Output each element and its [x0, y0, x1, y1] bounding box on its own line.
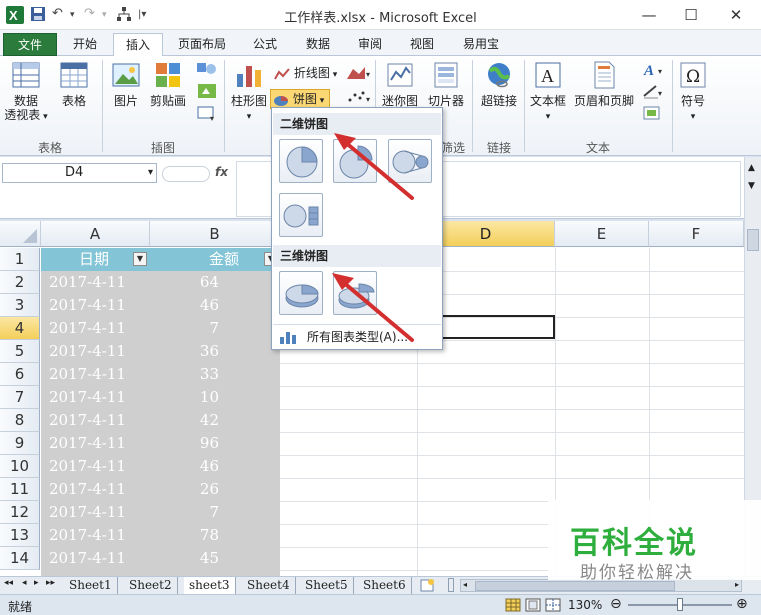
- arrow-icon: [332, 273, 414, 342]
- watermark-subtitle: 助你轻松解决: [580, 563, 694, 583]
- arrow-icon: [334, 133, 414, 200]
- watermark-title: 百科全说: [570, 526, 698, 561]
- watermark: 百科全说 助你轻松解决: [548, 500, 761, 583]
